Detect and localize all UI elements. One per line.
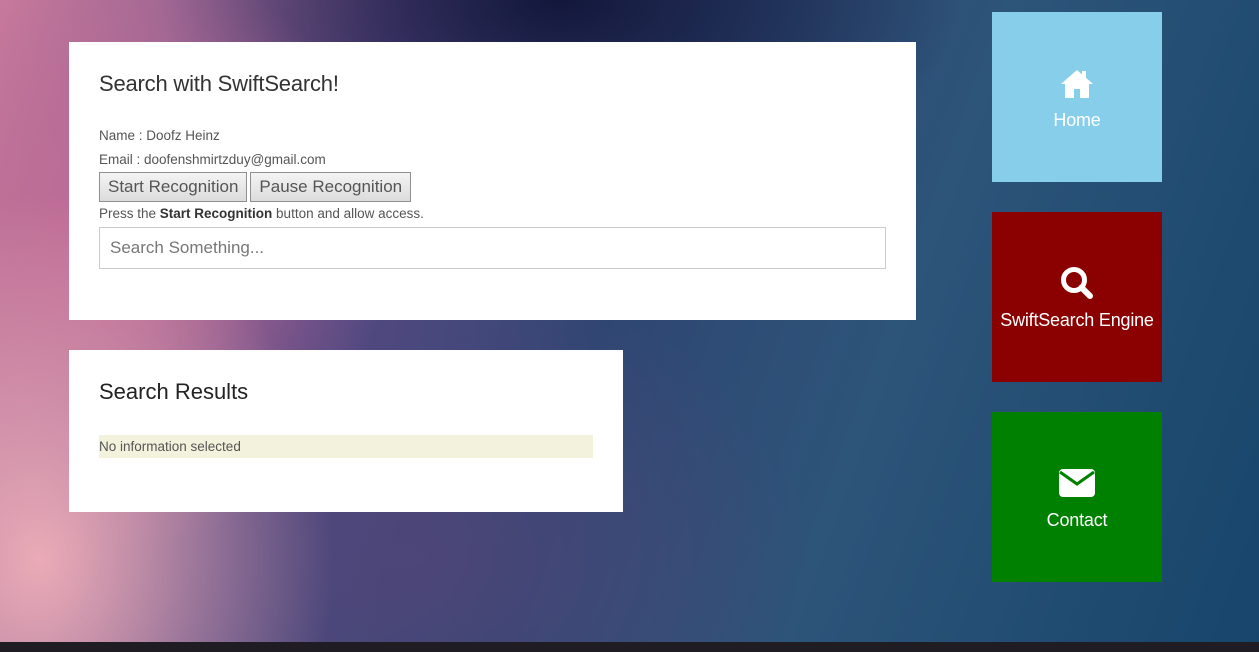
envelope-icon bbox=[1059, 468, 1095, 497]
search-icon bbox=[1061, 266, 1093, 299]
search-panel-title: Search with SwiftSearch! bbox=[99, 71, 339, 96]
pause-recognition-button[interactable]: Pause Recognition bbox=[250, 172, 412, 202]
start-recognition-button[interactable]: Start Recognition bbox=[99, 172, 248, 202]
nav-tile-home[interactable]: Home bbox=[992, 12, 1162, 182]
hint-prefix: Press the bbox=[99, 206, 160, 221]
user-email: Email : doofenshmirtzduy@gmail.com bbox=[99, 152, 326, 167]
hint-bold: Start Recognition bbox=[159, 206, 273, 221]
recognition-controls: Start Recognition Pause Recognition bbox=[99, 172, 886, 202]
home-icon bbox=[1061, 69, 1093, 98]
results-panel: Search Results No information selected bbox=[69, 350, 623, 512]
search-input[interactable] bbox=[99, 227, 886, 269]
hint-suffix: button and allow access. bbox=[272, 206, 424, 221]
nav-tile-contact[interactable]: Contact bbox=[992, 412, 1162, 582]
search-panel: Search with SwiftSearch! Name : Doofz He… bbox=[69, 42, 916, 320]
nav-tile-swiftsearch-engine[interactable]: SwiftSearch Engine bbox=[992, 212, 1162, 382]
results-empty-message: No information selected bbox=[99, 435, 593, 458]
nav-tile-home-label: Home bbox=[1053, 109, 1101, 130]
footer-bar bbox=[0, 642, 1259, 652]
nav-tile-swiftsearch-engine-label: SwiftSearch Engine bbox=[1000, 309, 1154, 330]
recognition-hint: Press the Start Recognition button and a… bbox=[99, 202, 886, 226]
nav-tile-contact-label: Contact bbox=[1046, 509, 1108, 530]
user-name: Name : Doofz Heinz bbox=[99, 128, 220, 143]
results-panel-title: Search Results bbox=[99, 379, 249, 404]
